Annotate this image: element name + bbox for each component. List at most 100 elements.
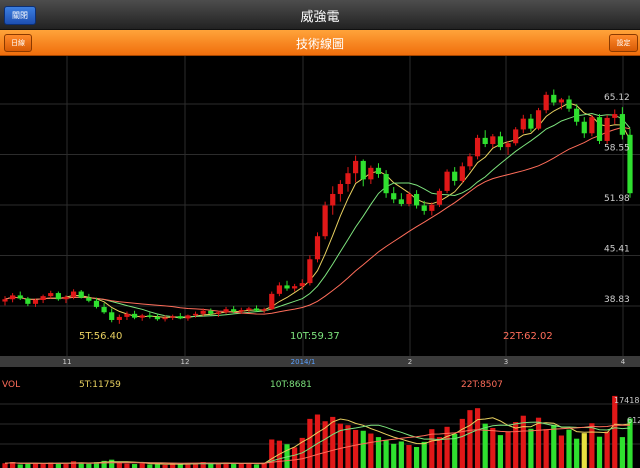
volume-bar (513, 422, 519, 468)
volume-bar (413, 447, 420, 468)
price-tick: 45.41 (604, 244, 630, 254)
volume-bar (253, 464, 260, 468)
volume-bar (25, 463, 31, 468)
volume-bar (231, 464, 237, 468)
candle-body (124, 313, 130, 317)
volume-bars (2, 395, 633, 468)
candle-body (32, 299, 39, 304)
candle-body (93, 300, 100, 307)
ma22-label: 22T:62.02 (503, 331, 553, 342)
candle-body (353, 160, 359, 174)
volume-bar (383, 440, 389, 468)
candle-body (299, 283, 305, 287)
volume-bar (436, 437, 443, 468)
price-tick: 51.98 (604, 194, 630, 204)
date-tick: 2 (408, 358, 412, 366)
volume-bar (627, 418, 633, 468)
volume-bar (314, 414, 321, 468)
candle-body (368, 167, 374, 180)
ma5-label: 5T:56.40 (79, 331, 122, 342)
candle-body (292, 286, 298, 289)
candle-body (482, 137, 488, 145)
volume-bar (109, 459, 115, 468)
candle-body (276, 285, 282, 294)
candle-body (185, 315, 191, 319)
candle-body (215, 312, 222, 314)
volume-bar (528, 428, 534, 468)
candle-body (139, 315, 145, 318)
volume-bar (269, 439, 275, 468)
candle-body (551, 94, 557, 103)
volume-bar (368, 433, 374, 468)
volume-bar (589, 423, 595, 468)
candle-body (528, 118, 534, 129)
candle-body (78, 291, 84, 298)
volume-bar (596, 436, 603, 468)
volume-bar (215, 463, 222, 468)
volume-header (0, 367, 640, 379)
candle-body (231, 309, 237, 312)
date-tick: 12 (181, 358, 190, 366)
volume-bar (177, 464, 183, 468)
candle-body (208, 310, 214, 314)
candle-body (490, 136, 496, 145)
volume-bar (490, 427, 496, 468)
candle-body (360, 160, 366, 180)
candle-body (574, 108, 580, 122)
candle-body (421, 205, 427, 211)
candle-body (192, 313, 199, 316)
candle-body (429, 204, 435, 211)
date-axis (0, 356, 640, 367)
candle-body (505, 143, 511, 148)
volume-bar (391, 443, 397, 468)
volume-bar (551, 424, 557, 468)
price-tick: 58.55 (604, 143, 630, 153)
candle-body (337, 183, 343, 194)
candle-body (413, 193, 420, 206)
date-tick: 3 (504, 358, 508, 366)
volume-bar (543, 429, 549, 468)
volume-bar (17, 464, 23, 468)
volume-bar (429, 429, 435, 468)
candle-body (581, 121, 587, 134)
volume-bar (360, 430, 366, 468)
stock-chart[interactable]: 5T:56.40 10T:59.37 22T:62.02 65.12 58.55 5… (0, 0, 640, 468)
candle-body (246, 308, 252, 310)
price-tick: 38.83 (604, 295, 630, 305)
candle-body (177, 316, 183, 319)
date-tick: 2014/1 (291, 358, 316, 366)
volume-bar (70, 461, 77, 468)
volume-bar (330, 416, 336, 468)
candle-body (452, 171, 458, 181)
volume-bar (558, 435, 565, 468)
candle-body (40, 296, 46, 300)
candle-body (444, 171, 450, 191)
candle-body (330, 193, 336, 206)
volume-bar (497, 435, 504, 468)
candle-body (162, 317, 168, 320)
candle-body (535, 110, 542, 129)
volume-bar (421, 441, 427, 468)
candle-body (284, 285, 290, 289)
candle-body (307, 259, 313, 284)
candle-body (520, 118, 526, 130)
volume-bar (406, 445, 412, 468)
candle-body (17, 295, 23, 299)
volume-bar (86, 463, 92, 468)
candle-body (497, 136, 504, 148)
candle-body (200, 310, 206, 314)
volume-bar (353, 429, 359, 468)
candle-body (314, 236, 321, 260)
candle-body (154, 316, 161, 320)
vol-ma22-label: 22T:8507 (461, 380, 503, 390)
vol-ma10-label: 10T:8681 (270, 380, 312, 390)
candle-body (48, 293, 54, 297)
volume-bar (208, 464, 214, 468)
candle-body (612, 114, 618, 118)
candle-body (261, 309, 267, 311)
candle-body (543, 94, 549, 111)
candle-body (596, 117, 603, 141)
volume-bar (116, 462, 122, 468)
candle-body (2, 299, 8, 302)
date-tick: 11 (63, 358, 72, 366)
